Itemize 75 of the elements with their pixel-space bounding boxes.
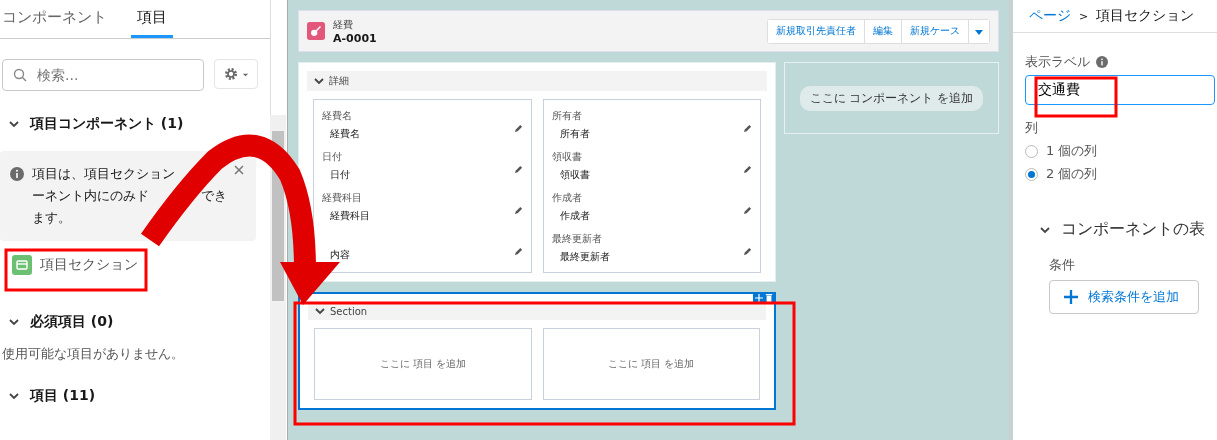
guitar-icon (307, 22, 325, 40)
field-value: 作成者 (558, 208, 591, 223)
panel-tab[interactable]: 項目 (131, 0, 173, 38)
field-label: 最終更新者 (551, 231, 603, 246)
component-drop-zone[interactable]: ここに コンポーネント を追加 (784, 62, 999, 134)
add-component-hint: ここに コンポーネント を追加 (799, 85, 984, 111)
field-value: 日付 (329, 167, 351, 182)
field-value: 所有者 (558, 126, 591, 141)
field-label: 作成者 (551, 190, 583, 205)
search-input[interactable]: 検索... (35, 66, 189, 84)
settings-button[interactable] (214, 59, 258, 89)
section-icon (12, 255, 32, 275)
chevron-icon[interactable] (8, 316, 20, 328)
close-icon[interactable] (234, 165, 244, 175)
pencil-icon[interactable] (513, 165, 523, 174)
pencil-icon[interactable] (743, 247, 752, 256)
section-card[interactable]: 詳細 経費名 経費名 日付 日付 経費科目 経費科目 内容 所有者 所有者 領収書 領収書 作成者 作成者 最終更新者 最終更新者 (298, 62, 776, 282)
section-title: コンポーネントの表 (1061, 219, 1205, 240)
field-label: 表示ラベル (1025, 53, 1090, 71)
action-button[interactable]: 新規取引先責任者 (768, 19, 865, 43)
pencil-icon[interactable] (743, 206, 752, 215)
section-card[interactable]: Section ここに 項目 を追加 ここに 項目 を追加 (298, 292, 776, 410)
caret-icon (975, 27, 983, 36)
column-radio[interactable]: 1 個の列 (1025, 142, 1217, 160)
pencil-icon[interactable] (513, 247, 523, 256)
pencil-icon[interactable] (513, 124, 523, 133)
field-label: 領収書 (551, 149, 583, 164)
component-item[interactable]: 項目セクション (0, 241, 270, 289)
field-label: 経費科目 (322, 190, 363, 205)
info-text: でき (201, 187, 227, 205)
field-value: 経費科目 (329, 208, 371, 223)
plus-icon (1064, 290, 1078, 304)
panel-tab[interactable]: コンポーネント (0, 0, 113, 38)
group-title: 項目コンポーネント (1) (30, 115, 184, 133)
breadcrumb-link[interactable]: ページ (1029, 7, 1071, 25)
gear-icon (223, 66, 239, 82)
field-value: 最終更新者 (558, 249, 611, 264)
trash-icon[interactable] (765, 294, 773, 302)
chevron-icon[interactable] (8, 390, 20, 402)
chevron-icon[interactable] (8, 118, 20, 130)
pencil-icon[interactable] (743, 165, 752, 174)
drop-zone[interactable]: ここに 項目 を追加 (314, 328, 532, 400)
field-value: 領収書 (558, 167, 591, 182)
section-toolbar[interactable] (753, 293, 775, 303)
info-text: 項目は、項目セクション (32, 165, 175, 183)
info-icon (10, 167, 24, 181)
info-text: ーネント内にのみド (32, 187, 149, 205)
column-radio[interactable]: 2 個の列 (1025, 165, 1217, 183)
pencil-icon[interactable] (743, 124, 752, 133)
search-field[interactable]: 検索... (2, 59, 204, 91)
field-label: 列 (1025, 119, 1038, 137)
info-text: ます。 (32, 209, 71, 227)
field-value: 内容 (329, 248, 351, 262)
move-icon[interactable] (755, 294, 763, 302)
section-header[interactable]: 詳細 (307, 71, 767, 91)
field-label: 所有者 (551, 108, 583, 123)
field-label: 経費名 (322, 108, 353, 123)
search-icon (13, 68, 27, 82)
info-icon (1096, 56, 1108, 68)
group-title: 必須項目 (0) (30, 313, 114, 331)
group-title: 項目 (11) (30, 387, 96, 405)
record-name: A-0001 (333, 31, 378, 45)
chevron-icon[interactable] (313, 75, 325, 87)
empty-message: 使用可能な項目がありません。 (1, 345, 185, 363)
object-name: 経費 (333, 17, 354, 32)
field-value: 経費名 (329, 126, 361, 141)
add-filter-button[interactable]: 検索条件を追加 (1049, 280, 1199, 314)
label-input[interactable]: 交通費 (1025, 75, 1215, 105)
field-label: 条件 (1048, 256, 1076, 274)
pencil-icon[interactable] (513, 206, 523, 215)
chevron-icon[interactable] (314, 305, 326, 317)
breadcrumb-current: 項目セクション (1096, 7, 1195, 25)
field-label: 日付 (322, 149, 343, 164)
breadcrumb-separator: > (1079, 9, 1089, 23)
drop-zone[interactable]: ここに 項目 を追加 (542, 328, 760, 400)
